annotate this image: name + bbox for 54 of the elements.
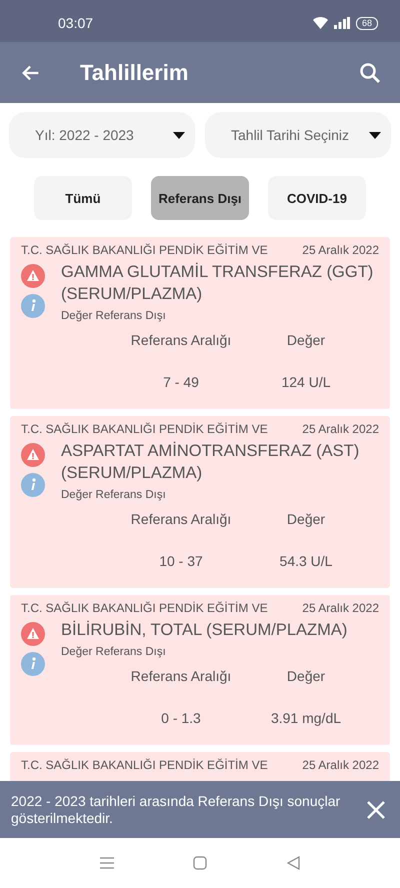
range-label: Referans Aralığı: [130, 511, 232, 527]
result-card[interactable]: T.C. SAĞLIK BAKANLIĞI PENDİK EĞİTİM VE 25 Aralık 2022 GAMMA GLUTAMİL TRANSFERAZ (GGT) (SERUM/PLAZMA) Değer Referans Dışı Referans Aralığı Değer 7 - 49 124 U/L: [10, 237, 390, 409]
hospital-name: T.C. SAĞLIK BAKANLIĞI PENDİK EĞİTİM VE: [21, 243, 268, 257]
dropdown-caret-icon: [369, 132, 381, 138]
hospital-name: T.C. SAĞLIK BAKANLIĞI PENDİK EĞİTİM VE: [21, 601, 268, 615]
result-status: Değer Referans Dışı: [61, 646, 167, 658]
value-label: Değer: [286, 668, 326, 684]
dropdown-caret-icon: [173, 132, 185, 138]
home-icon[interactable]: [193, 856, 208, 870]
page-title: Tahlillerim: [80, 60, 190, 86]
result-card[interactable]: T.C. SAĞLIK BAKANLIĞI PENDİK EĞİTİM VE 25 Aralık 2022 BİLİRUBİN, TOTAL (SERUM/PLAZMA) Değer Referans Dışı Referans Aralığı Değer 0 - 1.3 3.91 mg/dL: [10, 595, 390, 745]
wifi-icon: [312, 17, 328, 29]
warning-icon[interactable]: [21, 622, 45, 646]
battery-level: 68: [356, 16, 378, 30]
result-date: 25 Aralık 2022: [302, 243, 379, 257]
result-status: Değer Referans Dışı: [61, 310, 167, 322]
back-icon[interactable]: [287, 856, 300, 870]
reference-range: 7 - 49: [162, 374, 200, 390]
warning-icon[interactable]: [21, 264, 45, 288]
filter-chip[interactable]: COVID-19: [268, 176, 366, 220]
clock: 03:07: [58, 15, 94, 31]
info-icon[interactable]: [21, 652, 45, 676]
filter-chip[interactable]: Tümü: [34, 176, 132, 220]
result-date: 25 Aralık 2022: [302, 758, 379, 772]
search-button[interactable]: [358, 60, 382, 84]
close-button[interactable]: [366, 800, 386, 820]
result-card[interactable]: T.C. SAĞLIK BAKANLIĞI PENDİK EĞİTİM VE 25 Aralık 2022 ASPARTAT AMİNOTRANSFERAZ (AST) (SERUM/PLAZMA) Değer Referans Dışı Referans Aralığı Değer 10 - 37 54.3 U/L: [10, 416, 390, 588]
result-date: 25 Aralık 2022: [302, 422, 379, 436]
reference-range: 0 - 1.3: [160, 710, 202, 726]
signal-icon: [334, 17, 350, 29]
snackbar-message: 2022 - 2023 tarihleri arasında Referans Dışı sonuçlar gösterilmektedir.: [11, 792, 342, 826]
result-card[interactable]: T.C. SAĞLIK BAKANLIĞI PENDİK EĞİTİM VE 25 Aralık 2022: [10, 752, 390, 781]
result-date: 25 Aralık 2022: [302, 601, 379, 615]
menu-icon[interactable]: [100, 857, 114, 869]
filter-dropdown[interactable]: Yıl: 2022 - 2023: [9, 112, 195, 158]
test-name: GAMMA GLUTAMİL TRANSFERAZ (GGT) (SERUM/PLAZMA): [61, 262, 374, 305]
result-value: 54.3 U/L: [278, 553, 334, 569]
value-label: Değer: [286, 511, 326, 527]
value-label: Değer: [286, 332, 326, 348]
filter-chip[interactable]: Referans Dışı: [151, 176, 249, 220]
test-name: ASPARTAT AMİNOTRANSFERAZ (AST) (SERUM/PLAZMA): [61, 440, 360, 484]
reference-range: 10 - 37: [158, 553, 204, 569]
result-status: Değer Referans Dışı: [61, 489, 167, 501]
result-value: 3.91 mg/dL: [270, 710, 342, 726]
info-icon[interactable]: [21, 473, 45, 497]
hospital-name: T.C. SAĞLIK BAKANLIĞI PENDİK EĞİTİM VE: [21, 422, 268, 436]
range-label: Referans Aralığı: [130, 332, 232, 348]
hospital-name: T.C. SAĞLIK BAKANLIĞI PENDİK EĞİTİM VE: [21, 758, 268, 772]
test-name: BİLİRUBİN, TOTAL (SERUM/PLAZMA): [61, 620, 348, 641]
info-icon[interactable]: [21, 294, 45, 318]
result-value: 124 U/L: [280, 374, 332, 390]
filter-dropdown[interactable]: Tahlil Tarihi Seçiniz: [205, 112, 391, 158]
range-label: Referans Aralığı: [130, 668, 232, 684]
warning-icon[interactable]: [21, 443, 45, 467]
